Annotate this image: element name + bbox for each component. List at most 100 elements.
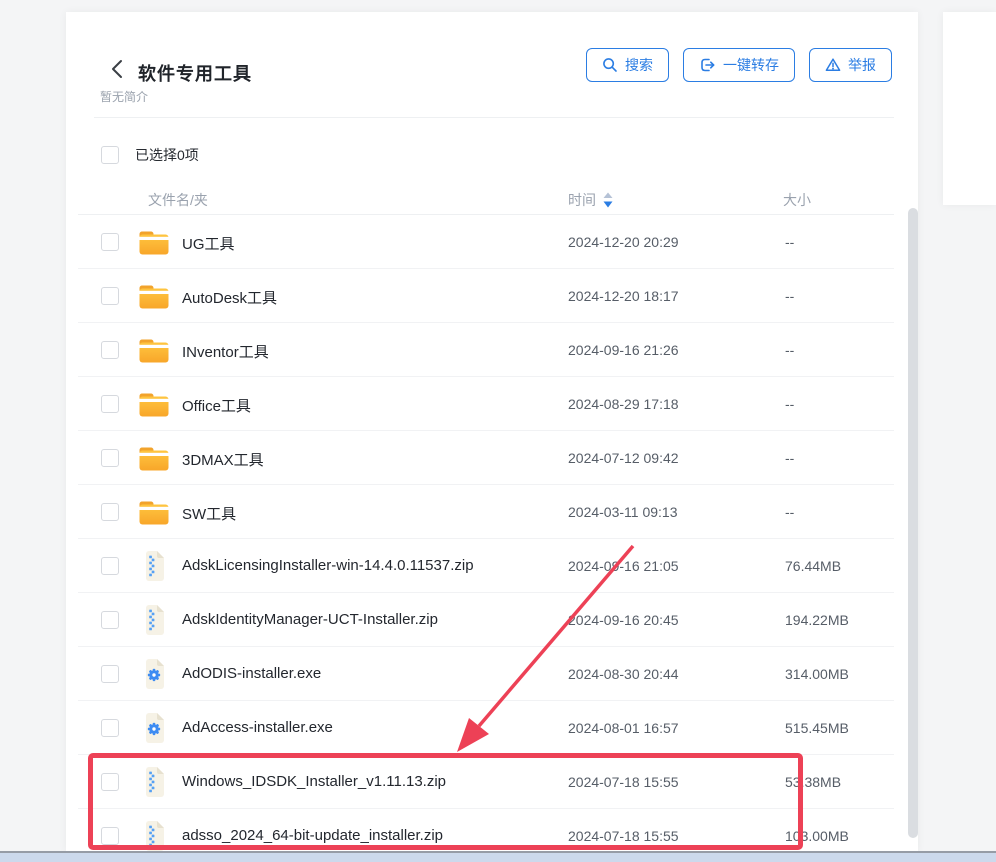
exe-icon	[138, 712, 170, 744]
file-size: --	[785, 234, 794, 250]
folder-icon	[138, 388, 170, 420]
chevron-left-icon	[111, 59, 123, 79]
selection-count-label: 已选择0项	[135, 145, 199, 165]
page-title: 软件专用工具	[138, 60, 252, 86]
file-size: 314.00MB	[785, 666, 849, 682]
row-checkbox[interactable]	[101, 719, 119, 737]
file-size: --	[785, 504, 794, 520]
row-checkbox[interactable]	[101, 503, 119, 521]
transfer-icon	[699, 57, 716, 73]
file-time: 2024-07-12 09:42	[568, 450, 679, 466]
row-checkbox[interactable]	[101, 773, 119, 791]
transfer-button-label: 一键转存	[723, 55, 779, 75]
row-checkbox[interactable]	[101, 287, 119, 305]
file-size: --	[785, 396, 794, 412]
file-time: 2024-08-29 17:18	[568, 396, 679, 412]
file-time: 2024-03-11 09:13	[568, 504, 678, 520]
file-time: 2024-09-16 21:26	[568, 342, 679, 358]
file-size: --	[785, 288, 794, 304]
file-name[interactable]: AutoDesk工具	[182, 287, 277, 308]
action-bar: 搜索 一键转存 举报	[586, 48, 892, 82]
file-name[interactable]: AdODIS-installer.exe	[182, 665, 321, 682]
table-row[interactable]: AdskLicensingInstaller-win-14.4.0.11537.…	[66, 539, 918, 593]
sort-carets-icon	[603, 192, 613, 208]
row-checkbox[interactable]	[101, 233, 119, 251]
zip-icon	[138, 766, 170, 798]
file-time: 2024-07-18 15:55	[568, 774, 679, 790]
table-row[interactable]: Windows_IDSDK_Installer_v1.11.13.zip 202…	[66, 755, 918, 809]
column-header-time-label: 时间	[568, 190, 596, 210]
folder-icon	[138, 334, 170, 366]
row-checkbox[interactable]	[101, 665, 119, 683]
file-size: 76.44MB	[785, 558, 841, 574]
transfer-button[interactable]: 一键转存	[683, 48, 795, 82]
row-checkbox[interactable]	[101, 827, 119, 845]
file-name[interactable]: UG工具	[182, 233, 235, 254]
file-time: 2024-07-18 15:55	[568, 828, 679, 844]
folder-icon	[138, 226, 170, 258]
folder-icon	[138, 280, 170, 312]
file-list: UG工具 2024-12-20 20:29 -- AutoDesk工具 2024…	[66, 215, 918, 852]
row-checkbox[interactable]	[101, 395, 119, 413]
sort-desc-icon	[604, 202, 613, 208]
adjacent-panel-fragment	[943, 12, 996, 205]
report-button-label: 举报	[848, 55, 876, 75]
file-name[interactable]: AdskLicensingInstaller-win-14.4.0.11537.…	[182, 557, 474, 574]
file-name[interactable]: SW工具	[182, 503, 236, 524]
table-row[interactable]: AutoDesk工具 2024-12-20 18:17 --	[66, 269, 918, 323]
file-time: 2024-12-20 18:17	[568, 288, 679, 304]
row-checkbox[interactable]	[101, 557, 119, 575]
row-checkbox[interactable]	[101, 449, 119, 467]
column-header-time-sort[interactable]: 时间	[568, 190, 613, 210]
scrollbar-thumb[interactable]	[908, 208, 918, 838]
taskbar-edge	[0, 851, 996, 862]
back-button[interactable]	[106, 56, 128, 82]
search-button[interactable]: 搜索	[586, 48, 669, 82]
file-size: 515.45MB	[785, 720, 849, 736]
file-name[interactable]: AdskIdentityManager-UCT-Installer.zip	[182, 611, 438, 628]
table-row[interactable]: UG工具 2024-12-20 20:29 --	[66, 215, 918, 269]
search-icon	[602, 57, 618, 73]
exe-icon	[138, 658, 170, 690]
share-panel: 软件专用工具 暂无简介 搜索 一键转存 举报	[66, 12, 918, 852]
row-checkbox[interactable]	[101, 341, 119, 359]
table-row[interactable]: SW工具 2024-03-11 09:13 --	[66, 485, 918, 539]
file-name[interactable]: Windows_IDSDK_Installer_v1.11.13.zip	[182, 773, 446, 790]
table-row[interactable]: adsso_2024_64-bit-update_installer.zip 2…	[66, 809, 918, 852]
file-size: 53.38MB	[785, 774, 841, 790]
file-time: 2024-09-16 21:05	[568, 558, 679, 574]
column-header-filename: 文件名/夹	[148, 190, 208, 210]
row-checkbox[interactable]	[101, 611, 119, 629]
table-row[interactable]: Office工具 2024-08-29 17:18 --	[66, 377, 918, 431]
report-warning-icon	[825, 57, 841, 73]
file-name[interactable]: adsso_2024_64-bit-update_installer.zip	[182, 827, 443, 844]
selection-bar: 已选择0项	[101, 145, 199, 165]
folder-icon	[138, 442, 170, 474]
header-divider	[94, 117, 894, 118]
file-size: --	[785, 450, 794, 466]
folder-icon	[138, 496, 170, 528]
table-row[interactable]: AdAccess-installer.exe 2024-08-01 16:57 …	[66, 701, 918, 755]
report-button[interactable]: 举报	[809, 48, 892, 82]
file-size: 194.22MB	[785, 612, 849, 628]
search-button-label: 搜索	[625, 55, 653, 75]
sort-asc-icon	[604, 193, 613, 199]
file-time: 2024-08-01 16:57	[568, 720, 679, 736]
column-header-size: 大小	[783, 190, 811, 210]
table-row[interactable]: INventor工具 2024-09-16 21:26 --	[66, 323, 918, 377]
zip-icon	[138, 604, 170, 636]
file-name[interactable]: Office工具	[182, 395, 251, 416]
file-name[interactable]: INventor工具	[182, 341, 269, 362]
page-subtitle: 暂无简介	[100, 88, 148, 105]
table-row[interactable]: AdODIS-installer.exe 2024-08-30 20:44 31…	[66, 647, 918, 701]
select-all-checkbox[interactable]	[101, 146, 119, 164]
file-size: --	[785, 342, 794, 358]
zip-icon	[138, 820, 170, 852]
file-time: 2024-08-30 20:44	[568, 666, 679, 682]
table-row[interactable]: AdskIdentityManager-UCT-Installer.zip 20…	[66, 593, 918, 647]
file-name[interactable]: AdAccess-installer.exe	[182, 719, 333, 736]
file-name[interactable]: 3DMAX工具	[182, 449, 264, 470]
file-size: 103.00MB	[785, 828, 849, 844]
table-row[interactable]: 3DMAX工具 2024-07-12 09:42 --	[66, 431, 918, 485]
zip-icon	[138, 550, 170, 582]
